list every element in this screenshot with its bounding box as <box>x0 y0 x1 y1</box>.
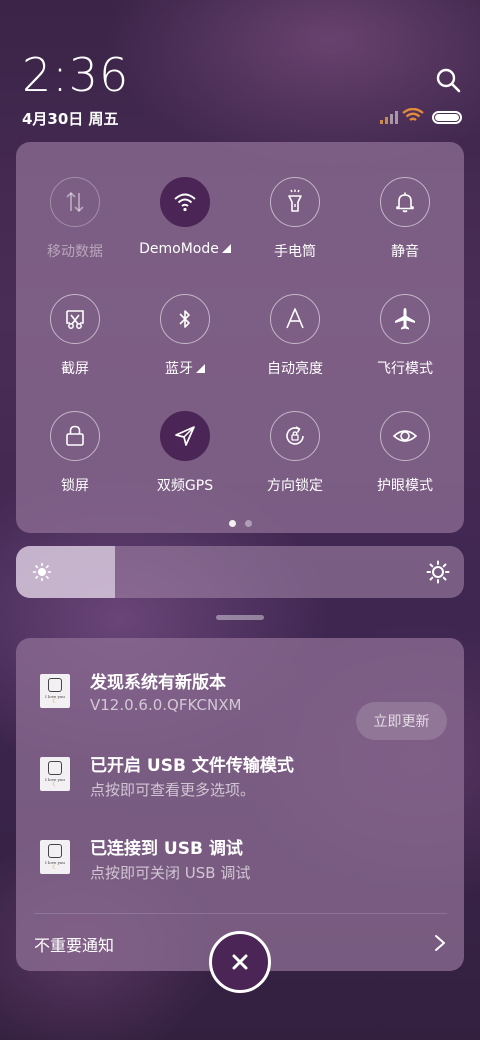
brightness-high-icon <box>426 560 450 584</box>
flashlight-icon <box>288 189 302 212</box>
tile-label: 护眼模式 <box>377 478 433 494</box>
battery-icon <box>432 111 462 124</box>
tile-rotation-lock-circle <box>270 411 320 461</box>
brightness-slider[interactable] <box>16 546 464 598</box>
tile-label-row: DemoMode <box>139 241 231 257</box>
search-button[interactable] <box>434 66 462 94</box>
moon-icon: ☾ <box>52 864 58 871</box>
app-glyph-icon <box>48 678 62 692</box>
rotation-lock-icon <box>286 426 304 445</box>
tile-label: 截屏 <box>61 361 89 377</box>
tile-lock[interactable]: 锁屏 <box>20 411 130 511</box>
tile-auto-brightness-circle <box>270 294 320 344</box>
tile-label: 锁屏 <box>61 478 89 494</box>
notification-item[interactable]: I love you ☾ 发现系统有新版本 V12.0.6.0.QFKCNXM … <box>16 668 464 740</box>
tile-wifi-circle <box>160 177 210 227</box>
eye-icon <box>392 430 418 442</box>
notification-panel: I love you ☾ 发现系统有新版本 V12.0.6.0.QFKCNXM … <box>16 638 464 971</box>
tile-gps[interactable]: 双频GPS <box>130 411 240 511</box>
lock-icon <box>66 425 84 446</box>
app-icon: I love you ☾ <box>40 757 70 791</box>
tile-mobile-data-circle <box>50 177 100 227</box>
signal-icon <box>380 111 398 124</box>
screenshot-icon <box>66 310 84 329</box>
notification-subtitle: 点按即可查看更多选项。 <box>90 781 256 799</box>
tile-label: 方向锁定 <box>267 478 323 494</box>
notification-item[interactable]: I love you ☾ 已开启 USB 文件传输模式 点按即可查看更多选项。 <box>16 751 464 821</box>
app-glyph-icon <box>48 844 62 858</box>
notification-item[interactable]: I love you ☾ 已连接到 USB 调试 点按即可关闭 USB 调试 <box>16 834 464 904</box>
location-arrow-icon <box>175 426 195 446</box>
tile-flashlight-circle <box>270 177 320 227</box>
app-icon: I love you ☾ <box>40 840 70 874</box>
tile-airplane-circle <box>380 294 430 344</box>
page-indicator <box>16 520 464 527</box>
brightness-fill[interactable] <box>16 546 115 598</box>
app-glyph-icon <box>48 761 62 775</box>
tile-eye-care-circle <box>380 411 430 461</box>
wifi-status-icon <box>402 108 424 121</box>
update-now-button[interactable]: 立即更新 <box>356 702 447 740</box>
tile-eye-care[interactable]: 护眼模式 <box>350 411 460 511</box>
search-icon <box>436 68 461 93</box>
expand-triangle-icon[interactable] <box>196 364 205 373</box>
drag-handle[interactable] <box>216 615 264 620</box>
tile-mute-circle <box>380 177 430 227</box>
tile-label: 手电筒 <box>274 244 316 260</box>
notification-subtitle: V12.0.6.0.QFKCNXM <box>90 696 242 714</box>
page-dot-active[interactable] <box>228 520 236 527</box>
tile-label: 自动亮度 <box>267 361 323 377</box>
chevron-right-icon[interactable] <box>432 933 448 953</box>
notification-subtitle: 点按即可关闭 USB 调试 <box>90 864 251 882</box>
tile-mute[interactable]: 静音 <box>350 177 460 277</box>
clock-date[interactable]: 4月30日 周五 <box>22 108 119 129</box>
tile-airplane[interactable]: 飞行模式 <box>350 294 460 394</box>
airplane-icon <box>395 308 415 330</box>
tile-label: 静音 <box>391 244 419 260</box>
tile-mobile-data[interactable]: 移动数据 <box>20 177 130 277</box>
app-icon: I love you ☾ <box>40 674 70 708</box>
minor-notifications-link[interactable]: 不重要通知 <box>34 932 114 956</box>
tile-bluetooth-circle <box>160 294 210 344</box>
close-icon <box>232 954 248 970</box>
tile-label-row: 蓝牙 <box>165 358 205 378</box>
notification-title: 已开启 USB 文件传输模式 <box>90 756 294 776</box>
divider <box>34 913 447 914</box>
mobile-data-icon <box>66 191 84 213</box>
expand-triangle-icon[interactable] <box>221 244 231 253</box>
tile-flashlight[interactable]: 手电筒 <box>240 177 350 277</box>
bell-icon <box>396 192 414 213</box>
brightness-low-icon <box>32 562 52 582</box>
moon-icon: ☾ <box>52 781 58 788</box>
tile-bluetooth[interactable]: 蓝牙 <box>130 294 240 394</box>
tile-screenshot[interactable]: 截屏 <box>20 294 130 394</box>
tile-wifi[interactable]: DemoMode <box>130 177 240 277</box>
tile-gps-circle <box>160 411 210 461</box>
tile-lock-circle <box>50 411 100 461</box>
tile-label: DemoMode <box>139 241 219 257</box>
clear-all-button[interactable] <box>209 931 271 993</box>
tile-screenshot-circle <box>50 294 100 344</box>
status-icons <box>380 108 464 126</box>
tile-label: 移动数据 <box>47 244 103 260</box>
tile-rotation-lock[interactable]: 方向锁定 <box>240 411 350 511</box>
tile-label: 飞行模式 <box>377 361 433 377</box>
wifi-icon <box>174 193 196 212</box>
quick-settings-panel: 移动数据 DemoMode 手电筒 静音 截屏 蓝牙 自动亮度 飞行模式 锁屏 … <box>16 142 464 533</box>
page-dot[interactable] <box>244 520 252 527</box>
bluetooth-icon <box>179 310 190 328</box>
notification-title: 发现系统有新版本 <box>90 673 226 693</box>
tile-label: 蓝牙 <box>165 361 193 377</box>
moon-icon: ☾ <box>52 698 58 705</box>
tile-auto-brightness[interactable]: 自动亮度 <box>240 294 350 394</box>
notification-title: 已连接到 USB 调试 <box>90 839 243 859</box>
auto-brightness-icon <box>286 308 304 329</box>
tile-label: 双频GPS <box>156 478 214 494</box>
clock-time[interactable]: 2:36 <box>22 48 129 102</box>
